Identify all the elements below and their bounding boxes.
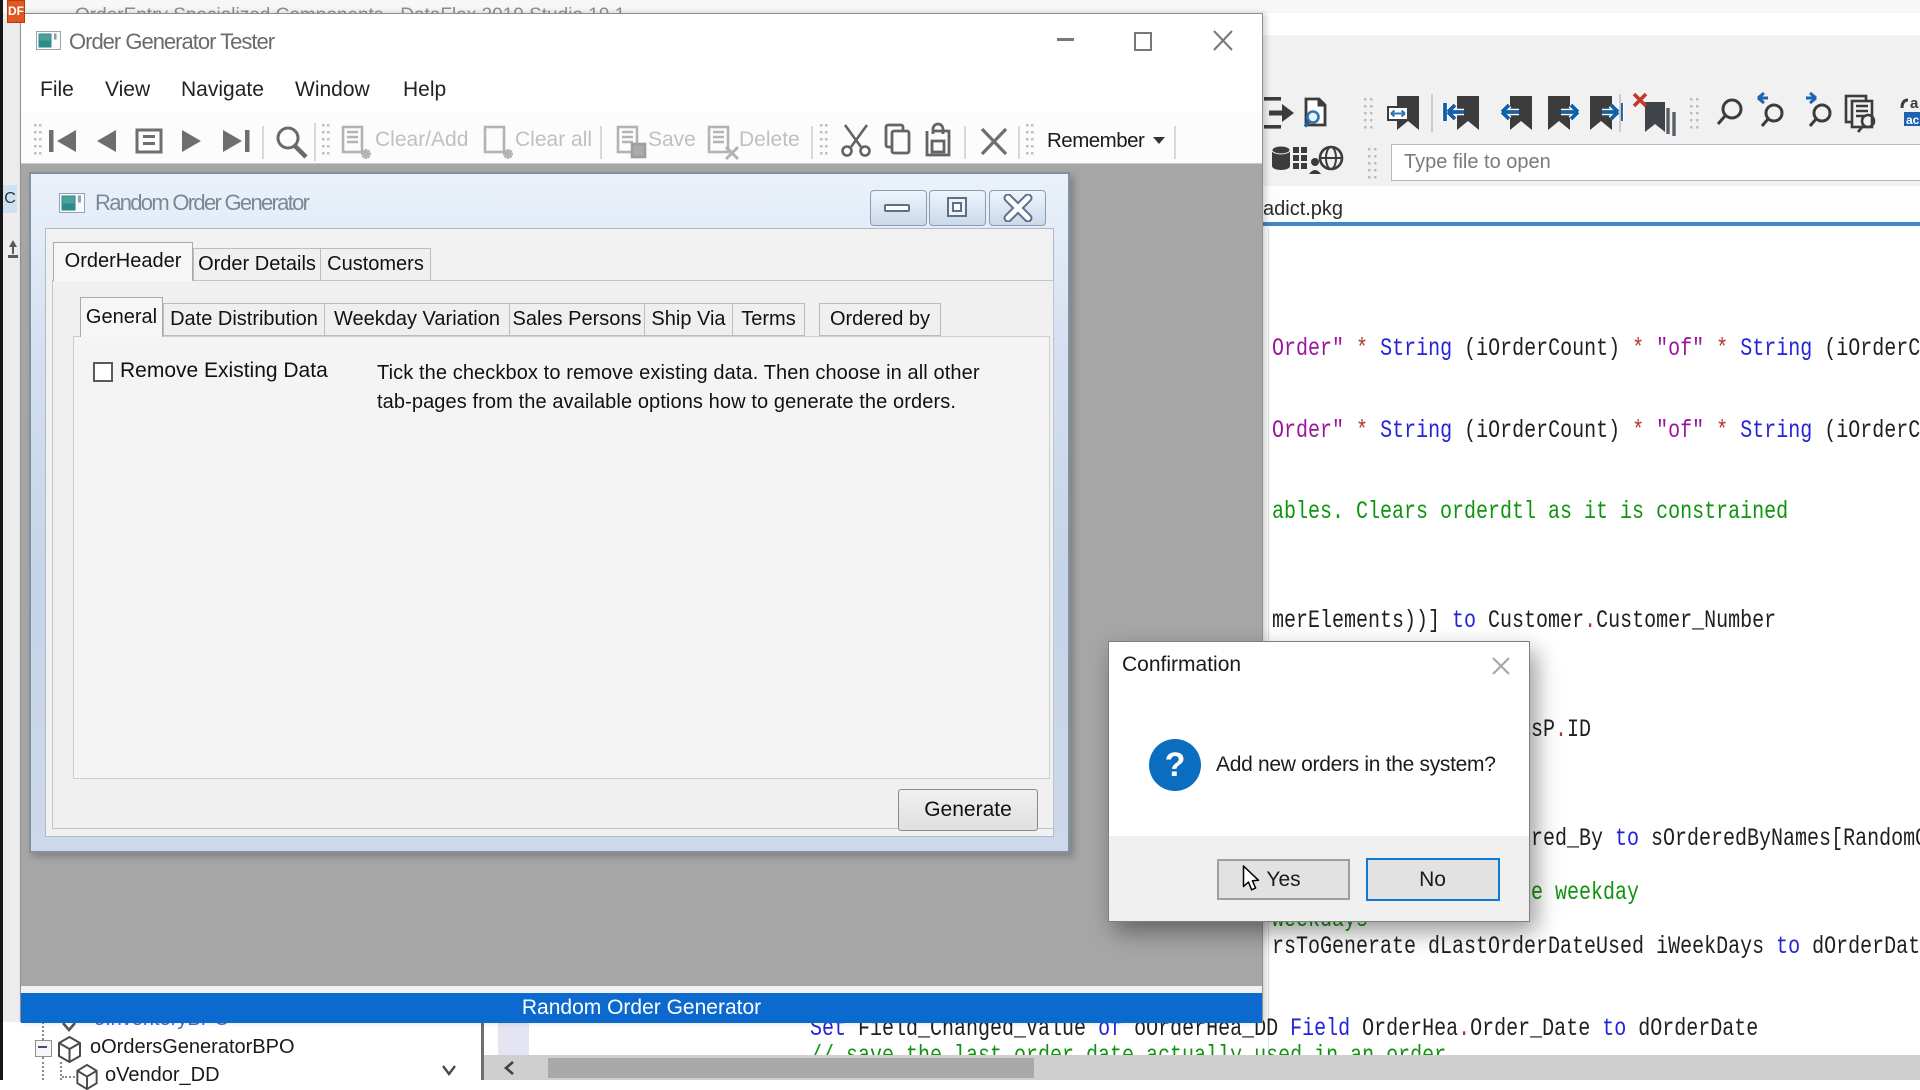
svg-text:ac: ac xyxy=(1906,113,1920,127)
svg-text:a: a xyxy=(1910,95,1919,112)
